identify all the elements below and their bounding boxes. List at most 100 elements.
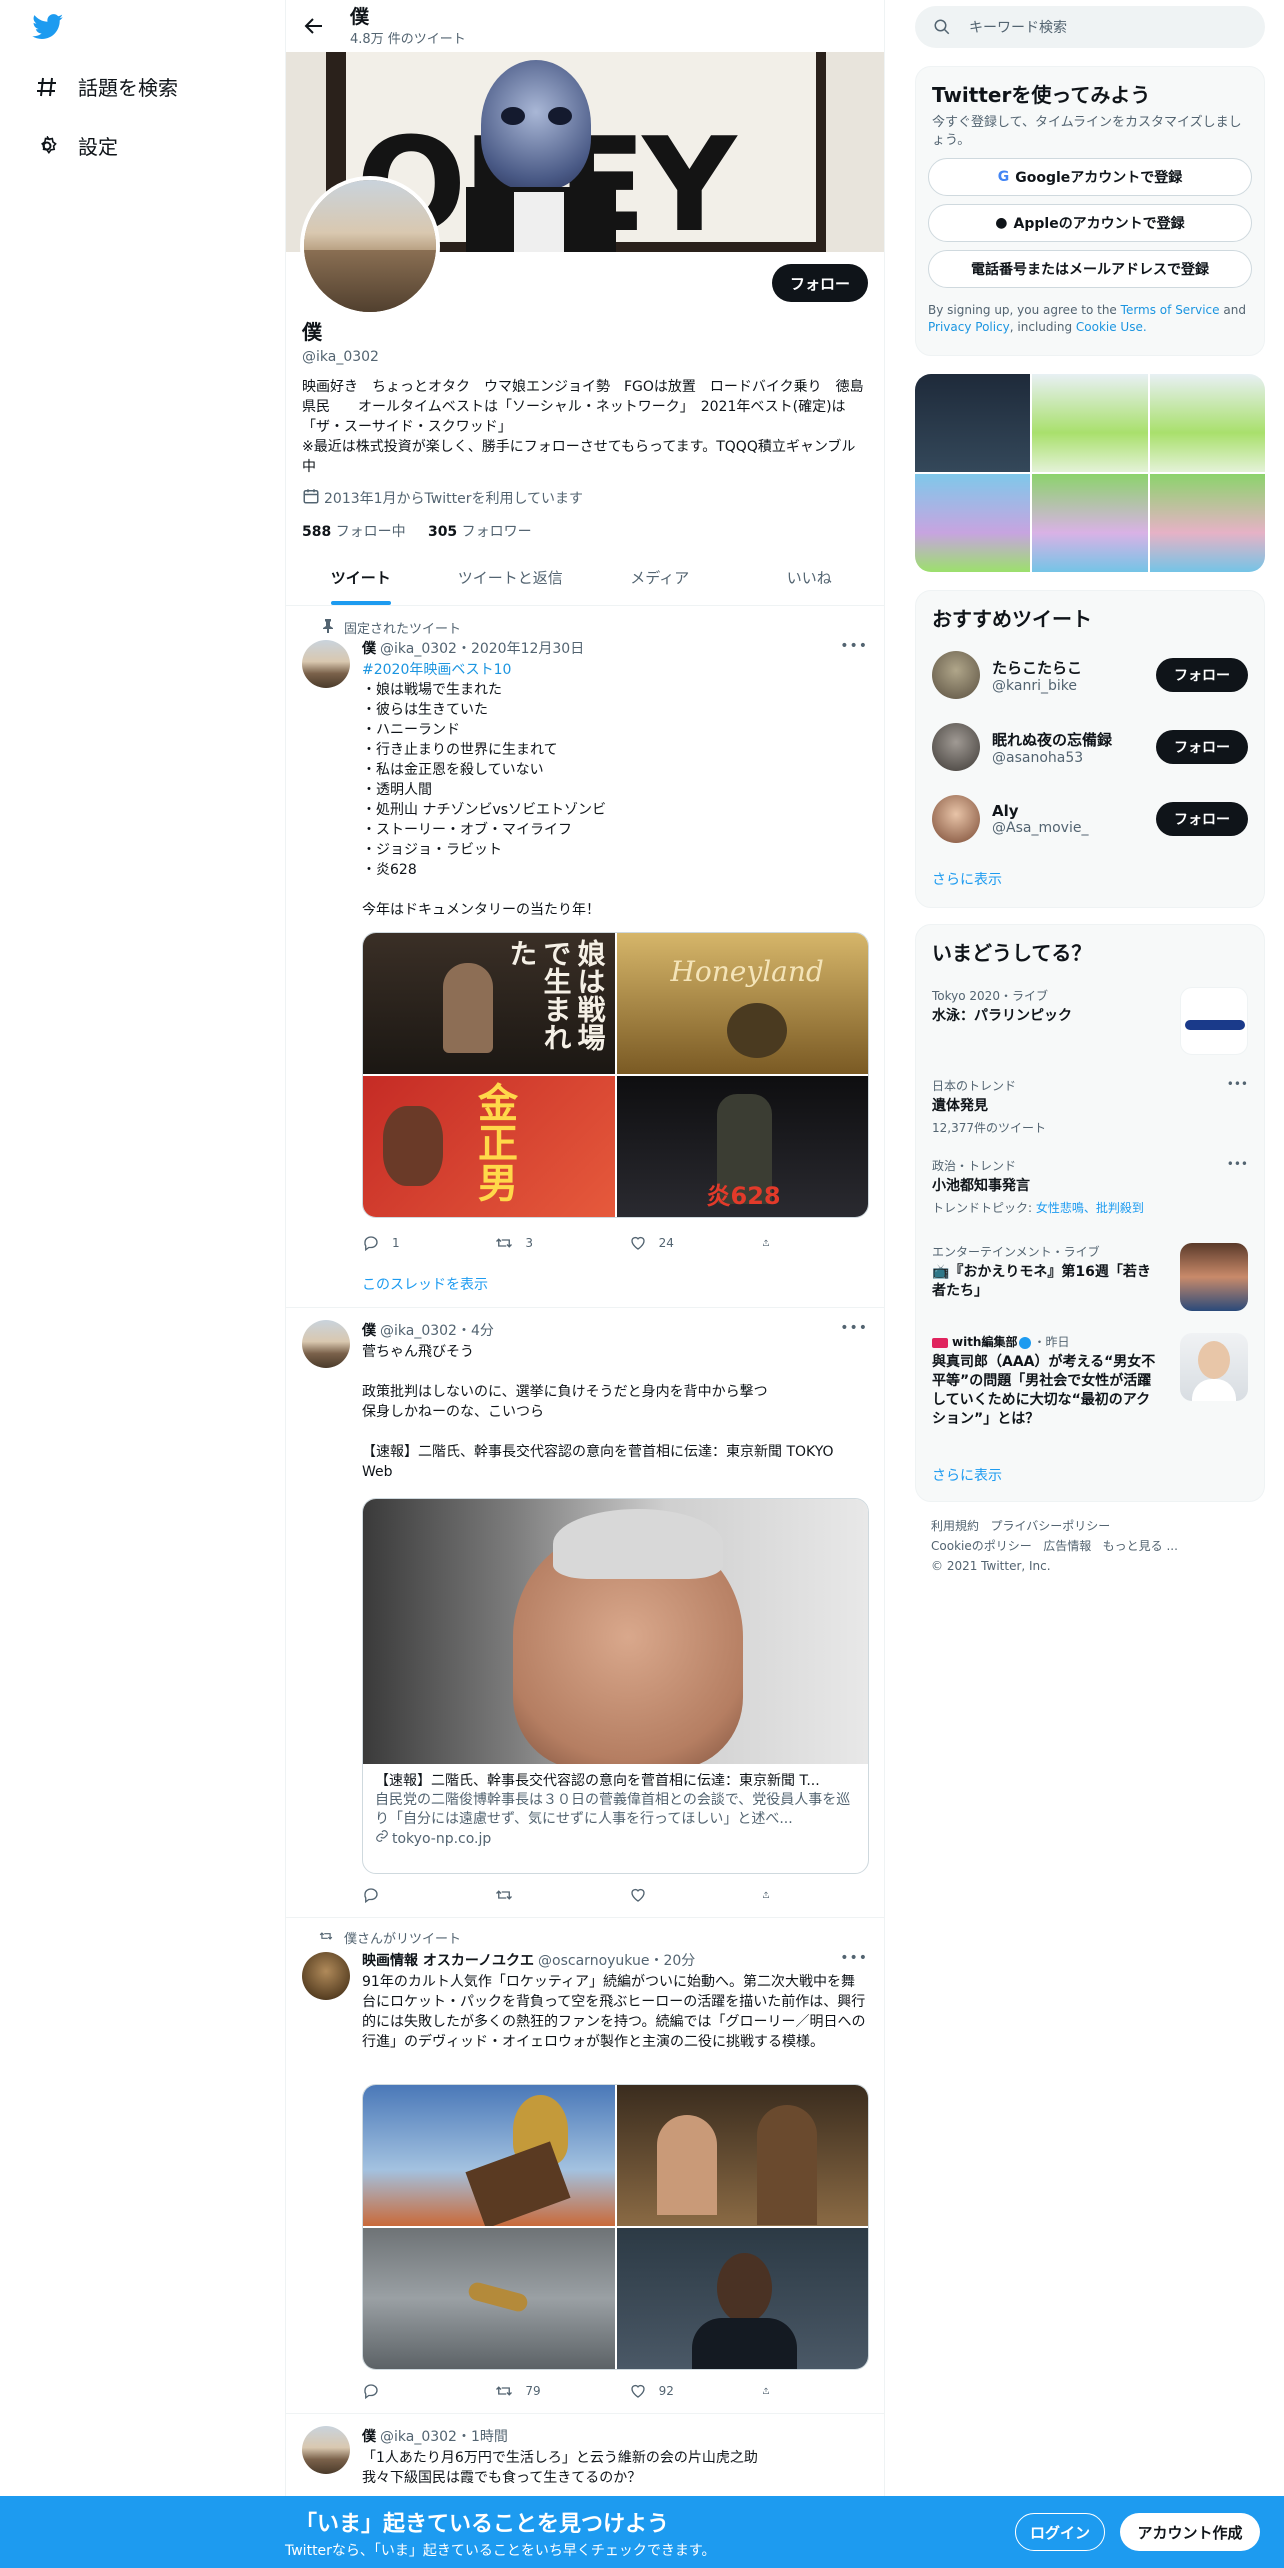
share-button[interactable]: [762, 1886, 782, 1904]
trend-thumbnail: [1180, 1333, 1248, 1401]
recommended-user[interactable]: Aly @Asa_movie_ フォロー: [932, 791, 1248, 847]
media-poster-4[interactable]: 炎628: [616, 1076, 868, 1217]
like-button[interactable]: 24: [629, 1234, 729, 1252]
footer-link-terms[interactable]: 利用規約: [931, 1519, 979, 1533]
media-image-2[interactable]: [616, 2085, 868, 2226]
tab-tweets[interactable]: ツイート: [286, 550, 436, 605]
footer-link-ads[interactable]: 広告情報: [1043, 1539, 1091, 1553]
apple-signup-button[interactable]: ● Appleのアカウントで登録: [928, 204, 1252, 242]
recommended-user[interactable]: 眠れぬ夜の忘備録 @asanoha53 フォロー: [932, 719, 1248, 775]
profile-counts: 588 フォロー中 305 フォロワー: [302, 521, 868, 541]
retweet-icon: [496, 2386, 513, 2396]
media-thumbnails[interactable]: [915, 374, 1265, 572]
login-button[interactable]: ログイン: [1015, 2513, 1105, 2551]
reply-button[interactable]: [362, 1886, 462, 1904]
tweet-avatar[interactable]: [302, 1952, 350, 2000]
share-button[interactable]: [762, 2382, 782, 2400]
back-arrow-icon[interactable]: [302, 14, 326, 38]
trend-item[interactable]: Tokyo 2020・ライブ 水泳：パラリンピック: [932, 987, 1248, 1055]
apple-icon: ●: [995, 215, 1008, 231]
verified-icon: [1019, 1336, 1032, 1349]
trend-item[interactable]: 日本のトレンド 遺体発見 12,377件のツイート •••: [932, 1077, 1248, 1136]
more-icon[interactable]: •••: [1227, 1077, 1248, 1091]
footer-link-cookie[interactable]: Cookieのポリシー: [931, 1539, 1032, 1553]
link-card[interactable]: 【速報】二階氏、幹事長交代容認の意向を菅首相に伝達：東京新聞 T... 自民党の…: [362, 1498, 869, 1874]
follow-button[interactable]: フォロー: [1156, 658, 1248, 692]
phone-signup-button[interactable]: 電話番号またはメールアドレスで登録: [928, 250, 1252, 288]
media-poster-2[interactable]: Honeyland: [616, 933, 868, 1074]
tab-media[interactable]: メディア: [585, 550, 735, 605]
footer-link-privacy[interactable]: プライバシーポリシー: [990, 1519, 1110, 1533]
profile-avatar[interactable]: [300, 176, 440, 316]
cookie-link[interactable]: Cookie Use.: [1076, 320, 1147, 334]
pinned-context: 固定されたツイート: [316, 618, 461, 637]
thumb-3: [1149, 374, 1265, 472]
follow-button[interactable]: フォロー: [1156, 802, 1248, 836]
retweet-icon: [496, 1238, 513, 1248]
search-input[interactable]: キーワード検索: [915, 6, 1265, 48]
reply-button[interactable]: 1: [362, 1234, 462, 1252]
media-image-1[interactable]: [363, 2085, 615, 2226]
trend-item[interactable]: エンターテインメント・ライブ 📺『おかえりモネ』第16週「若き者たち」: [932, 1243, 1248, 1311]
profile-handle: @ika_0302: [302, 349, 379, 365]
followers-link[interactable]: 305 フォロワー: [428, 524, 532, 540]
tweet-pinned[interactable]: 固定されたツイート ••• 僕 @ika_0302・2020年12月30日 #20…: [286, 606, 884, 1308]
tweet-2[interactable]: ••• 僕 @ika_0302・4分 菅ちゃん飛びそう 政策批判はしないのに、選挙…: [286, 1308, 884, 1918]
like-button[interactable]: 92: [629, 2382, 729, 2400]
nav-explore[interactable]: 話題を検索: [34, 72, 178, 101]
footer-link-more[interactable]: もっと見る ...: [1103, 1539, 1178, 1553]
tweet-actions: [362, 1886, 782, 1904]
recommended-user[interactable]: たらこたらこ @kanri_bike フォロー: [932, 647, 1248, 703]
link-card-desc: 自民党の二階俊博幹事長は３０日の菅義偉首相との会談で、党役員人事を巡り「自分には…: [375, 1792, 851, 1827]
google-signup-button[interactable]: G Googleアカウントで登録: [928, 158, 1252, 196]
trends-title: いまどうしてる？: [932, 941, 1092, 965]
media-poster-1[interactable]: 娘は戦場で生まれた: [363, 933, 615, 1074]
reply-button[interactable]: [362, 2382, 462, 2400]
retweet-button[interactable]: 79: [495, 2382, 595, 2400]
nav-settings[interactable]: 設定: [34, 131, 118, 160]
gear-icon: [34, 133, 60, 159]
retweet-button[interactable]: [495, 1886, 595, 1904]
more-icon[interactable]: •••: [1227, 1157, 1248, 1171]
tweet-body: 僕 @ika_0302・2020年12月30日 #2020年映画ベスト10 ・娘は…: [362, 638, 868, 920]
trend-item[interactable]: 政治・トレンド 小池都知事発言 トレンドトピック: 女性悲鳴、批判殺到 •••: [932, 1157, 1248, 1216]
trend-item[interactable]: with編集部 ・昨日 與真司郎（AAA）が考える“男女不平等”の問題「男社会で女…: [932, 1333, 1248, 1429]
trends-more-link[interactable]: さらに表示: [932, 1465, 1002, 1485]
profile-info: 僕 @ika_0302 映画好き ちょっとオタク ウマ娘エンジョイ勢 FGOは放…: [302, 316, 868, 541]
media-image-4[interactable]: [616, 2228, 868, 2369]
like-button[interactable]: [629, 1886, 729, 1904]
twitter-logo-icon[interactable]: [32, 14, 64, 40]
tweet-avatar[interactable]: [302, 2426, 350, 2474]
search-placeholder: キーワード検索: [969, 20, 1067, 36]
profile-name: 僕: [302, 320, 322, 344]
tab-likes[interactable]: いいね: [735, 550, 885, 605]
create-account-button[interactable]: アカウント作成: [1120, 2513, 1260, 2551]
following-link[interactable]: 588 フォロー中: [302, 524, 406, 540]
profile-tabs: ツイート ツイートと返信 メディア いいね: [286, 550, 884, 606]
tweet-3-retweet[interactable]: 僕さんがリツイート ••• 映画情報 オスカーノユクエ @oscarnoyukue…: [286, 1918, 884, 2414]
tweet-hashtag[interactable]: #2020年映画ベスト10: [362, 660, 868, 680]
share-icon: [763, 1239, 769, 1246]
share-button[interactable]: [762, 1234, 782, 1252]
signup-subtitle: 今すぐ登録して、タイムラインをカスタマイズしましょう。: [932, 115, 1242, 148]
calendar-icon: [302, 487, 320, 509]
thumb-1: [915, 374, 1031, 472]
thumb-2: [1032, 374, 1148, 472]
retweet-icon: [496, 1890, 513, 1900]
tweet-avatar[interactable]: [302, 1320, 350, 1368]
terms-link[interactable]: Terms of Service: [1121, 303, 1220, 317]
trend-thumbnail: [1180, 1243, 1248, 1311]
tweet-avatar[interactable]: [302, 640, 350, 688]
tweet-actions: 1 3 24: [362, 1234, 782, 1252]
profile-follow-button[interactable]: フォロー: [772, 264, 868, 302]
retweet-button[interactable]: 3: [495, 1234, 595, 1252]
follow-button[interactable]: フォロー: [1156, 730, 1248, 764]
recommended-more-link[interactable]: さらに表示: [932, 869, 1002, 889]
privacy-link[interactable]: Privacy Policy: [928, 320, 1010, 334]
heart-icon: [630, 1888, 645, 1902]
show-thread-link[interactable]: このスレッドを表示: [362, 1274, 488, 1294]
tab-tweets-and-replies[interactable]: ツイートと返信: [436, 550, 586, 605]
media-poster-3[interactable]: 金正男: [363, 1076, 615, 1217]
heart-icon: [630, 1236, 645, 1250]
media-image-3[interactable]: [363, 2228, 615, 2369]
